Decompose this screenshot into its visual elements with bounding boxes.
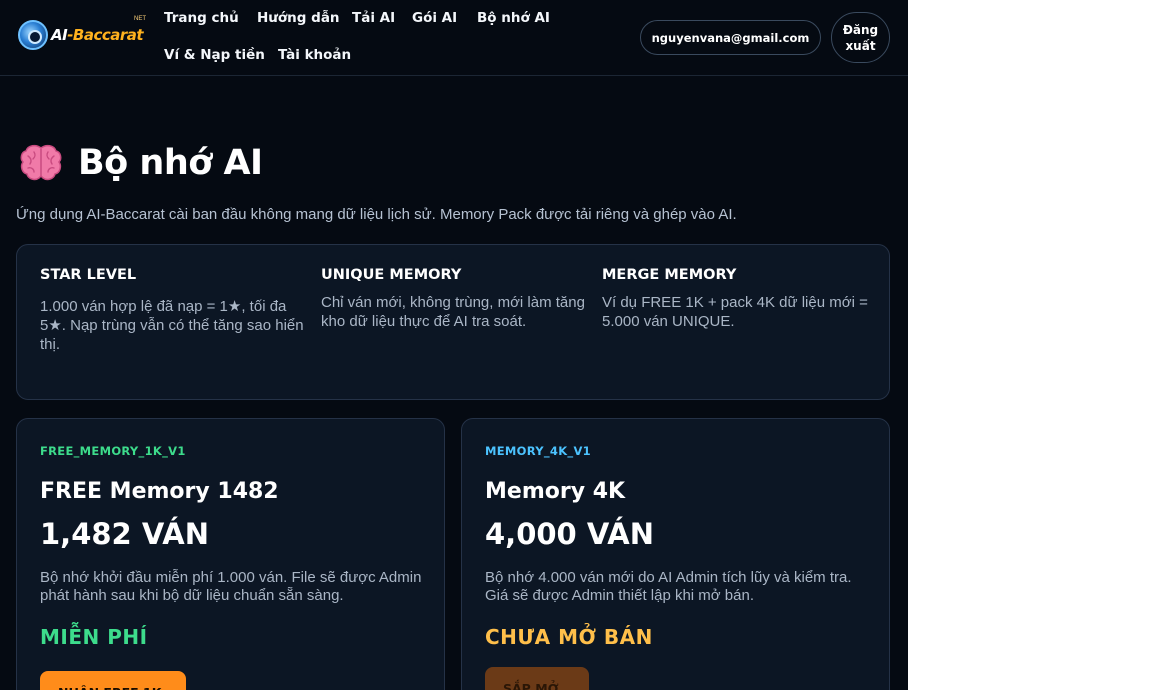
logo-tag: NET [134,16,146,22]
nav-item-packages[interactable]: Gói AI [412,10,457,26]
memory-pack-card-4k: MEMORY_4K_V1 Memory 4K 4,000 VÁN Bộ nhớ … [461,418,890,690]
page-title: Bộ nhớ AI [78,143,263,183]
pack-price: MIỄN PHÍ [40,625,148,649]
info-body: Ví dụ FREE 1K + pack 4K dữ liệu mới = 5.… [602,294,868,330]
app-window: AI-Baccarat NET Trang chủ Hướng dẫn Tải … [0,0,908,690]
pack-name: Memory 4K [485,479,626,504]
pack-sku: FREE_MEMORY_1K_V1 [40,444,186,458]
pack-hand-count: 4,000 VÁN [485,517,655,551]
page-heading: Bộ nhớ AI [18,140,263,186]
info-heading: UNIQUE MEMORY [321,267,462,283]
brain-icon [20,144,62,181]
logo[interactable]: AI-Baccarat NET [18,16,146,50]
nav-item-guide[interactable]: Hướng dẫn [257,10,340,26]
claim-free-button[interactable]: NHẬN FREE 1K [40,671,186,690]
logout-button[interactable]: Đăng xuất [831,12,890,63]
memory-info-panel: STAR LEVEL 1.000 ván hợp lệ đã nạp = 1★,… [16,244,890,400]
info-heading: MERGE MEMORY [602,267,737,283]
memory-pack-card-free: FREE_MEMORY_1K_V1 FREE Memory 1482 1,482… [16,418,445,690]
info-merge-memory: MERGE MEMORY Ví dụ FREE 1K + pack 4K dữ … [602,267,872,331]
pack-description: Bộ nhớ 4.000 ván mới do AI Admin tích lũ… [485,569,852,604]
nav-item-wallet[interactable]: Ví & Nạp tiền [164,47,265,63]
info-body: 1.000 ván hợp lệ đã nạp = 1★, tối đa 5★.… [40,298,304,353]
pack-name: FREE Memory 1482 [40,479,279,504]
pack-description: Bộ nhớ khởi đầu miễn phí 1.000 ván. File… [40,569,422,604]
nav-item-home[interactable]: Trang chủ [164,10,239,26]
pack-sku: MEMORY_4K_V1 [485,444,591,458]
pack-price: CHƯA MỞ BÁN [485,625,653,649]
info-heading: STAR LEVEL [40,267,137,283]
logo-ai: AI [51,26,68,44]
logo-badge-icon [18,20,48,50]
nav-item-account[interactable]: Tài khoản [278,47,351,63]
top-navbar: AI-Baccarat NET Trang chủ Hướng dẫn Tải … [0,0,908,76]
info-body: Chỉ ván mới, không trùng, mới làm tăng k… [321,294,585,330]
nav-item-download[interactable]: Tải AI [352,10,395,26]
info-star-level: STAR LEVEL 1.000 ván hợp lệ đã nạp = 1★,… [40,267,310,354]
page-subtitle: Ứng dụng AI-Baccarat cài ban đầu không m… [16,206,737,223]
coming-soon-button[interactable]: SẮP MỞ [485,667,589,690]
info-unique-memory: UNIQUE MEMORY Chỉ ván mới, không trùng, … [321,267,591,331]
pack-hand-count: 1,482 VÁN [40,517,210,551]
user-email-badge[interactable]: nguyenvana@gmail.com [640,20,821,55]
logo-text: AI-Baccarat [51,26,144,44]
logo-brand: -Baccarat [67,26,144,44]
nav-item-memory[interactable]: Bộ nhớ AI [477,10,550,26]
